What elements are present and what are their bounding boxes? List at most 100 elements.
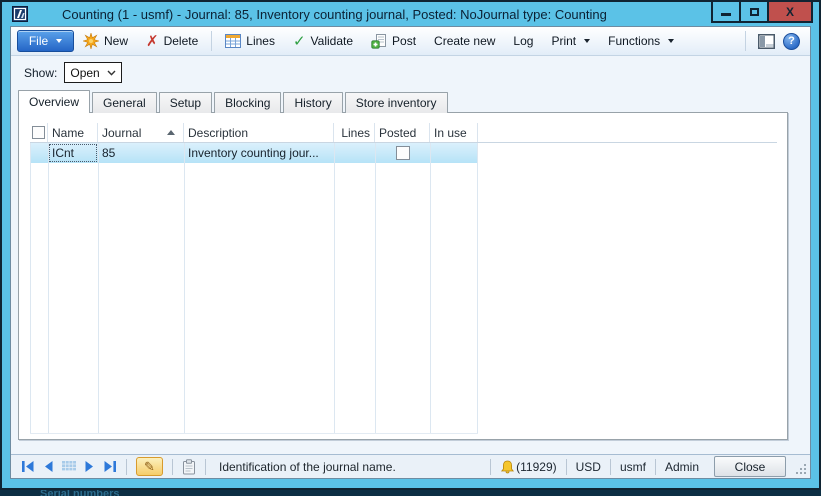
tab-store-inventory[interactable]: Store inventory (345, 92, 448, 113)
tab-label: Overview (29, 95, 79, 109)
cell-in-use[interactable] (430, 143, 478, 163)
validate-button[interactable]: ✓ Validate (284, 29, 362, 53)
tab-setup[interactable]: Setup (159, 92, 212, 113)
first-record-button[interactable] (21, 460, 35, 473)
tab-label: Setup (170, 96, 201, 110)
clipboard-icon (182, 459, 196, 475)
row-marker-cell[interactable] (30, 143, 48, 163)
close-button-label: Close (735, 460, 766, 474)
column-header-in-use[interactable]: In use (430, 123, 478, 142)
delete-button[interactable]: ✗ Delete (137, 29, 207, 53)
functions-menu-button[interactable]: Functions (599, 29, 683, 53)
column-header-journal[interactable]: Journal (98, 123, 184, 142)
create-new-button-label: Create new (434, 34, 495, 48)
minimize-icon (721, 13, 731, 16)
cell-name[interactable]: ICnt (48, 143, 98, 163)
previous-record-button[interactable] (42, 460, 55, 473)
status-separator (655, 459, 656, 475)
pencil-icon: ✎ (144, 459, 155, 475)
first-record-icon (21, 460, 35, 473)
new-button[interactable]: New (74, 29, 137, 53)
column-label: Description (188, 126, 248, 140)
posted-checkbox[interactable] (396, 146, 410, 160)
minimize-button[interactable] (711, 0, 741, 23)
file-menu-button[interactable]: File (17, 30, 74, 52)
window-controls: X (713, 0, 813, 23)
close-button[interactable]: Close (714, 456, 786, 477)
column-label: Lines (341, 126, 370, 140)
toolbar: File New ✗ Delete (11, 27, 810, 56)
app-window: Counting (1 - usmf) - Journal: 85, Inven… (0, 0, 821, 490)
tab-overview[interactable]: Overview (18, 90, 90, 113)
cell-value: Inventory counting jour... (188, 146, 319, 160)
notifications-button[interactable]: (11929) (500, 460, 556, 474)
show-filter-value: Open (70, 66, 99, 80)
status-company: usmf (620, 460, 646, 474)
tab-label: General (103, 96, 146, 110)
status-user: Admin (665, 460, 699, 474)
column-header-name[interactable]: Name (48, 123, 98, 142)
grid-column-line (30, 143, 31, 433)
sort-ascending-icon (167, 130, 175, 135)
file-menu-label: File (29, 34, 48, 48)
column-header-description[interactable]: Description (184, 123, 334, 142)
show-filter-select[interactable]: Open (64, 62, 122, 83)
log-button[interactable]: Log (504, 29, 542, 53)
resize-grip[interactable] (796, 464, 807, 475)
print-menu-button[interactable]: Print (542, 29, 599, 53)
last-record-icon (103, 460, 117, 473)
maximize-button[interactable] (739, 0, 769, 23)
edit-record-button[interactable]: ✎ (136, 457, 163, 476)
tab-label: Store inventory (356, 96, 437, 110)
last-record-button[interactable] (103, 460, 117, 473)
previous-record-icon (42, 460, 55, 473)
lines-button[interactable]: Lines (216, 29, 284, 53)
next-record-icon (83, 460, 96, 473)
cell-journal[interactable]: 85 (98, 143, 184, 163)
column-label: Journal (102, 126, 141, 140)
select-all-cell (30, 123, 48, 142)
layout-pane-icon (758, 34, 775, 49)
lines-grid-icon (225, 34, 241, 48)
cell-lines[interactable] (334, 143, 375, 163)
grid-view-button[interactable] (62, 461, 76, 473)
next-record-button[interactable] (83, 460, 96, 473)
lines-button-label: Lines (246, 34, 275, 48)
cell-description[interactable]: Inventory counting jour... (184, 143, 334, 163)
close-window-button[interactable]: X (767, 0, 813, 23)
new-star-icon (83, 33, 99, 49)
column-label: Posted (379, 126, 416, 140)
status-separator (490, 459, 491, 475)
tab-general[interactable]: General (92, 92, 157, 113)
column-header-lines[interactable]: Lines (334, 123, 375, 142)
tab-history[interactable]: History (283, 92, 342, 113)
maximize-icon (750, 8, 759, 16)
notification-count: (11929) (516, 460, 556, 474)
window-title: Counting (1 - usmf) - Journal: 85, Inven… (62, 7, 607, 22)
select-all-checkbox[interactable] (32, 126, 45, 139)
toolbar-separator (211, 31, 212, 51)
post-button[interactable]: Post (362, 29, 425, 53)
document-handling-button[interactable] (182, 459, 196, 475)
column-label: In use (434, 126, 467, 140)
grid-column-line (334, 143, 335, 433)
create-new-button[interactable]: Create new (425, 29, 504, 53)
tab-blocking[interactable]: Blocking (214, 92, 281, 113)
grid-column-line (48, 143, 49, 433)
app-icon (12, 6, 28, 22)
delete-button-label: Delete (164, 34, 199, 48)
content-area: Show: Open Overview General Setup Blocki… (11, 56, 810, 454)
cell-posted[interactable] (375, 143, 430, 163)
chevron-down-icon (584, 39, 590, 43)
cell-value: 85 (102, 146, 115, 160)
grid-view-icon (62, 461, 76, 473)
help-button[interactable]: ? (783, 33, 800, 50)
titlebar[interactable]: Counting (1 - usmf) - Journal: 85, Inven… (10, 2, 811, 26)
close-icon: X (786, 5, 794, 19)
toggle-fact-pane-button[interactable] (758, 34, 775, 49)
tab-label: Blocking (225, 96, 270, 110)
column-header-posted[interactable]: Posted (375, 123, 430, 142)
status-separator (566, 459, 567, 475)
show-filter-row: Show: Open (24, 62, 788, 83)
chevron-down-icon (56, 39, 62, 43)
